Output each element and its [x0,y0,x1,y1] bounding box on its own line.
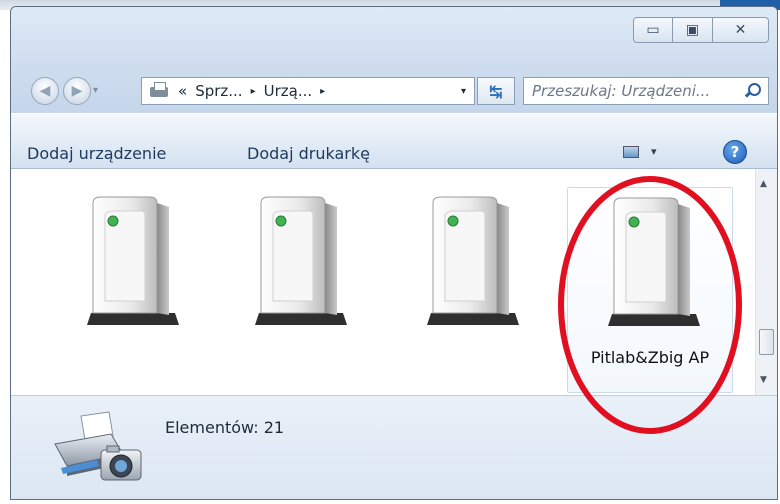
minimize-button[interactable]: ▭ [633,17,673,43]
view-dropdown-arrow[interactable]: ▾ [651,145,657,158]
back-button[interactable]: ◀ [31,77,59,105]
add-printer-button[interactable]: Dodaj drukarkę [247,144,370,163]
navigation-bar: ◀ ▶ ▾ « Sprz... ▸ Urzą... ▸ ▾ ↹ [11,73,777,107]
address-dropdown[interactable]: ▾ [461,86,466,97]
access-point-icon [87,196,179,325]
command-bar: Dodaj urządzenie Dodaj drukarkę ▾ ? [11,113,777,169]
breadcrumb-separator[interactable]: ▸ [251,86,256,97]
caption-buttons: ▭ ▣ ✕ [633,17,769,43]
device-item[interactable] [223,193,373,393]
item-count: Elementów: 21 [165,418,285,437]
search-icon[interactable] [744,83,761,99]
search-box[interactable] [523,77,769,105]
details-pane: Elementów: 21 [11,395,777,499]
change-view-button[interactable]: ▾ [623,145,657,158]
address-prefix[interactable]: « [178,82,187,100]
printer-icon [148,81,170,101]
access-point-icon [427,196,519,325]
device-item-selected[interactable]: Pitlab&Zbig AP [567,187,733,393]
maximize-button[interactable]: ▣ [673,17,713,43]
explorer-window: ▭ ▣ ✕ ◀ ▶ ▾ « Sprz... ▸ Urzą... ▸ ▾ ↹ Pr… [10,6,778,500]
view-icon [623,145,639,158]
devices-view: Pitlab&Zbig AP [11,169,755,395]
breadcrumb-devices[interactable]: Urzą... [264,82,313,100]
refresh-button[interactable]: ↹ [477,77,515,105]
access-point-icon [608,197,700,326]
help-icon[interactable]: ? [723,140,747,164]
vertical-scrollbar[interactable]: ▲ ▼ [755,169,777,395]
printer-camera-icon [54,411,142,481]
breadcrumb-separator[interactable]: ▸ [320,86,325,97]
close-button[interactable]: ✕ [713,17,769,43]
recent-pages-dropdown[interactable]: ▾ [93,85,98,96]
scroll-thumb[interactable] [759,329,774,355]
search-input[interactable] [530,81,744,101]
access-point-icon [255,196,347,325]
device-item[interactable] [395,193,545,393]
breadcrumb-devices-printers[interactable]: Sprz... [195,82,242,100]
forward-button[interactable]: ▶ [63,77,91,105]
add-device-button[interactable]: Dodaj urządzenie [27,144,166,163]
address-bar[interactable]: « Sprz... ▸ Urzą... ▸ ▾ [141,77,475,105]
window-frame: ▭ ▣ ✕ ◀ ▶ ▾ « Sprz... ▸ Urzą... ▸ ▾ ↹ [11,7,777,113]
device-item[interactable] [55,193,205,393]
device-label: Pitlab&Zbig AP [590,348,710,367]
scroll-down-button[interactable]: ▼ [760,375,767,385]
scroll-up-button[interactable]: ▲ [760,179,767,189]
